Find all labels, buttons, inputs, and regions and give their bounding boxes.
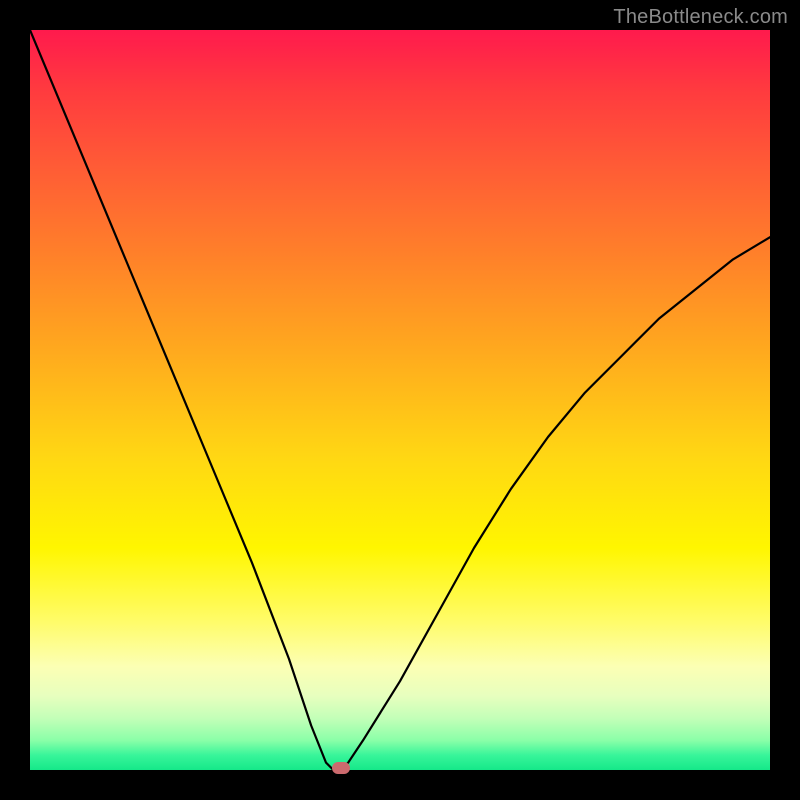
watermark-text: TheBottleneck.com	[613, 6, 788, 29]
bottleneck-curve	[30, 30, 770, 770]
chart-frame: TheBottleneck.com	[0, 0, 800, 800]
optimum-marker	[332, 762, 350, 774]
plot-area	[30, 30, 770, 770]
